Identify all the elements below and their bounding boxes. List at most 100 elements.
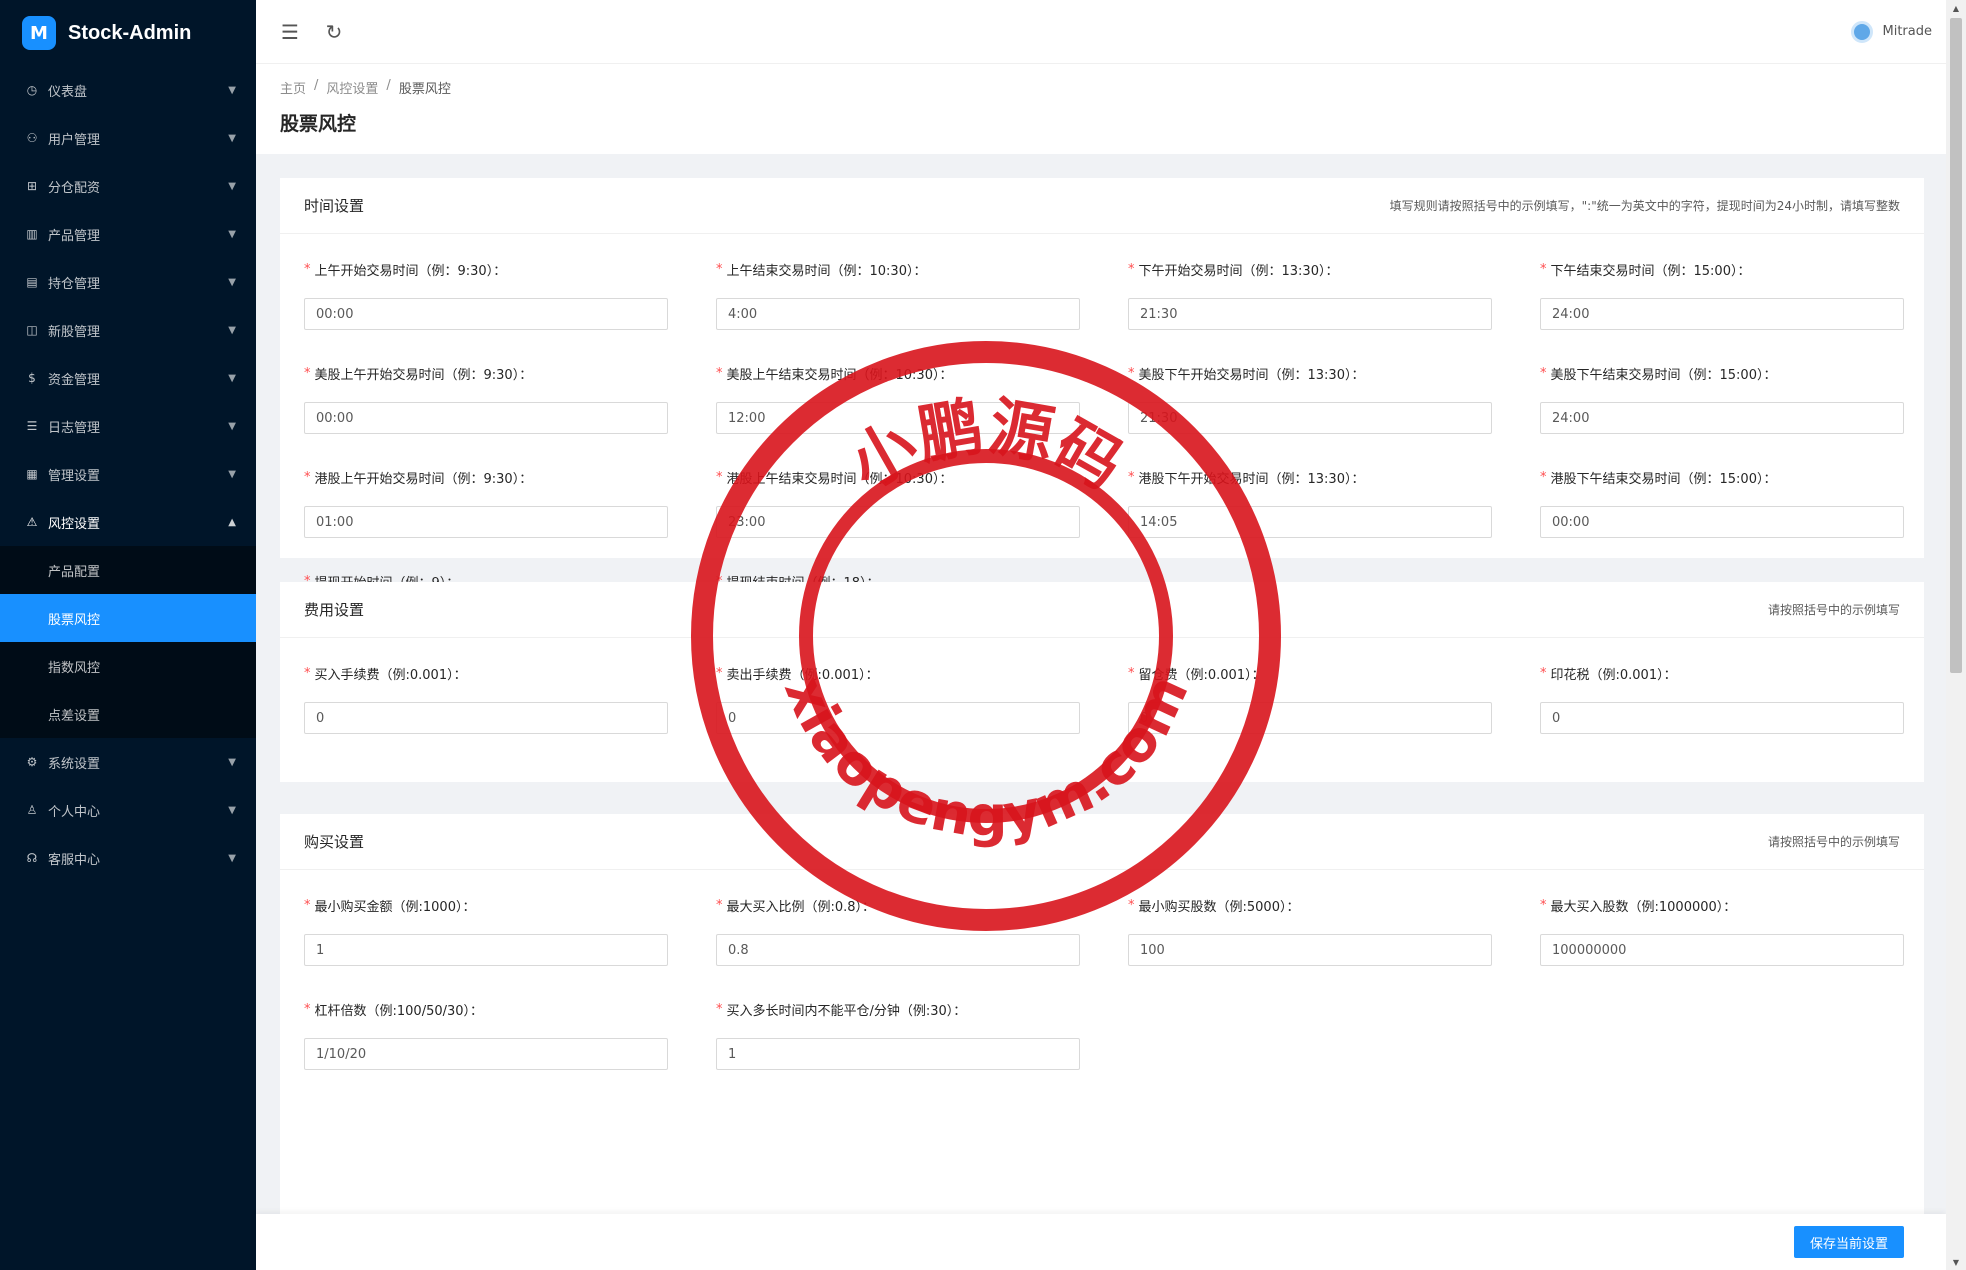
setting-input[interactable] — [716, 506, 1080, 538]
menu-fold-icon[interactable]: ☰ — [270, 12, 310, 52]
setting-input[interactable] — [1128, 298, 1492, 330]
setting-input[interactable] — [304, 402, 668, 434]
setting-input[interactable] — [304, 934, 668, 966]
breadcrumb-home[interactable]: 主页 — [280, 78, 306, 97]
setting-input[interactable] — [1128, 402, 1492, 434]
main-content: 时间设置 填写规则请按照括号中的示例填写，":"统一为英文中的字符，提现时间为2… — [256, 154, 1946, 1214]
sidebar-item-dashboard[interactable]: ◷ 仪表盘 ▼ — [0, 66, 256, 114]
required-mark: * — [1540, 897, 1547, 913]
submenu-item[interactable]: 股票风控 — [0, 594, 256, 642]
field-label-text: 最小购买金额（例:1000）： — [314, 899, 476, 915]
form-field: * 留仓费（例:0.001）： — [1128, 662, 1492, 766]
field-label: * 卖出手续费（例:0.001）： — [716, 662, 1080, 684]
required-mark: * — [716, 665, 723, 681]
field-label: * 留仓费（例:0.001）： — [1128, 662, 1492, 684]
setting-input[interactable] — [1540, 702, 1904, 734]
breadcrumb-parent[interactable]: 风控设置 — [326, 78, 378, 97]
app-logo[interactable]: M Stock-Admin — [0, 0, 256, 66]
scrollbar-thumb[interactable] — [1950, 18, 1962, 673]
breadcrumb-current: 股票风控 — [398, 82, 451, 97]
field-label: * 下午开始交易时间（例：13:30）： — [1128, 258, 1492, 280]
sidebar-menu-bottom: ⚙ 系统设置 ▼ ♙ 个人中心 ▼ ☊ 客服中心 ▼ — [0, 738, 256, 882]
sidebar-item-file[interactable]: ▤ 持仓管理 ▼ — [0, 258, 256, 306]
setting-input[interactable] — [716, 934, 1080, 966]
sidebar-item-user-group[interactable]: ⚇ 用户管理 ▼ — [0, 114, 256, 162]
buy-settings-card: 购买设置 请按照括号中的示例填写 *最小购买金额（例:1000）：*最大买入比例… — [280, 814, 1924, 1214]
field-label-text: 港股上午结束交易时间（例：10:30）： — [726, 471, 953, 487]
required-mark: * — [716, 365, 723, 381]
setting-input[interactable] — [1540, 402, 1904, 434]
form-field: * 印花税（例:0.001）： — [1540, 662, 1904, 766]
setting-input[interactable] — [304, 1038, 668, 1070]
setting-input[interactable] — [1128, 506, 1492, 538]
sidebar-item-setting-panel[interactable]: ▦ 管理设置 ▼ — [0, 450, 256, 498]
setting-input[interactable] — [1540, 298, 1904, 330]
sidebar-item-log[interactable]: ☰ 日志管理 ▼ — [0, 402, 256, 450]
sidebar-item-money[interactable]: $ 资金管理 ▼ — [0, 354, 256, 402]
sidebar-item-label: 日志管理 — [48, 420, 101, 436]
sidebar-item-person[interactable]: ♙ 个人中心 ▼ — [0, 786, 256, 834]
required-mark: * — [304, 261, 311, 277]
page-title: 股票风控 — [280, 113, 357, 135]
setting-input[interactable] — [1128, 934, 1492, 966]
sidebar-item-label: 管理设置 — [48, 468, 101, 484]
setting-input[interactable] — [304, 702, 668, 734]
field-label: * 杠杆倍数（例:100/50/30）： — [304, 998, 668, 1020]
field-label: * 印花税（例:0.001）： — [1540, 662, 1904, 684]
setting-input[interactable] — [1128, 702, 1492, 734]
log-icon: ☰ — [26, 419, 38, 433]
setting-input[interactable] — [304, 506, 668, 538]
required-mark: * — [304, 897, 311, 913]
setting-input[interactable] — [1540, 506, 1904, 538]
card-title: 费用设置 — [304, 601, 365, 619]
field-label-text: 港股上午开始交易时间（例：9:30）： — [314, 471, 533, 487]
required-mark: * — [304, 469, 311, 485]
reload-icon[interactable]: ↻ — [314, 12, 354, 52]
person-icon: ♙ — [26, 803, 38, 817]
chevron-down-icon: ▼ — [228, 468, 236, 480]
sidebar-item-cluster[interactable]: ⊞ 分仓配资 ▼ — [0, 162, 256, 210]
form-field: * 杠杆倍数（例:100/50/30）： — [304, 998, 668, 1102]
sidebar-item-risk-control[interactable]: ⚠ 风控设置 ▲ — [0, 498, 256, 546]
fee-settings-card: 费用设置 请按照括号中的示例填写 *买入手续费（例:0.001）：*卖出手续费（… — [280, 582, 1924, 782]
form-field: * 最小购买股数（例:5000）： — [1128, 894, 1492, 998]
username: Mitrade — [1882, 24, 1933, 39]
scroll-down-icon[interactable]: ▼ — [1946, 1254, 1966, 1270]
sidebar-item-headset[interactable]: ☊ 客服中心 ▼ — [0, 834, 256, 882]
field-label-text: 下午开始交易时间（例：13:30）： — [1138, 263, 1339, 279]
field-label: * 美股下午开始交易时间（例：13:30）： — [1128, 362, 1492, 384]
chevron-down-icon: ▼ — [228, 324, 236, 336]
money-icon: $ — [28, 371, 36, 385]
scroll-up-icon[interactable]: ▲ — [1946, 0, 1966, 16]
setting-input[interactable] — [716, 298, 1080, 330]
breadcrumb-separator: / — [314, 78, 319, 93]
field-label-text: 上午结束交易时间（例：10:30）： — [726, 263, 927, 279]
form-field: * 买入手续费（例:0.001）： — [304, 662, 668, 766]
setting-input[interactable] — [716, 702, 1080, 734]
card-header: 时间设置 填写规则请按照括号中的示例填写，":"统一为英文中的字符，提现时间为2… — [280, 178, 1924, 234]
required-mark: * — [1540, 365, 1547, 381]
save-settings-button[interactable]: 保存当前设置 — [1793, 1226, 1904, 1258]
setting-input[interactable] — [716, 402, 1080, 434]
form-field: * 港股下午开始交易时间（例：13:30）： — [1128, 466, 1492, 570]
required-mark: * — [304, 365, 311, 381]
required-mark: * — [1128, 365, 1135, 381]
sidebar-item-label: 产品管理 — [48, 228, 101, 244]
setting-input[interactable] — [1540, 934, 1904, 966]
sidebar-item-label: 系统设置 — [48, 756, 101, 772]
user-menu[interactable]: Mitrade — [1850, 20, 1933, 43]
required-mark: * — [304, 1001, 311, 1017]
form-field: * 最小购买金额（例:1000）： — [304, 894, 668, 998]
setting-input[interactable] — [716, 1038, 1080, 1070]
setting-input[interactable] — [304, 298, 668, 330]
submenu-item[interactable]: 点差设置 — [0, 690, 256, 738]
sidebar-item-new-stock[interactable]: ◫ 新股管理 ▼ — [0, 306, 256, 354]
form-field: * 上午结束交易时间（例：10:30）： — [716, 258, 1080, 362]
field-label-text: 下午结束交易时间（例：15:00）： — [1550, 263, 1751, 279]
sidebar-item-gear[interactable]: ⚙ 系统设置 ▼ — [0, 738, 256, 786]
submenu-item[interactable]: 指数风控 — [0, 642, 256, 690]
sidebar-item-bar-chart[interactable]: ▥ 产品管理 ▼ — [0, 210, 256, 258]
page-scrollbar[interactable]: ▲ ▼ — [1946, 0, 1966, 1270]
submenu-item[interactable]: 产品配置 — [0, 546, 256, 594]
chevron-down-icon: ▼ — [228, 804, 236, 816]
